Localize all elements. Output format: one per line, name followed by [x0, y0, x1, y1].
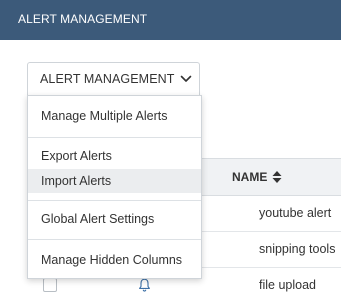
menu-divider: [28, 200, 201, 201]
menu-item-manage-multiple-alerts[interactable]: Manage Multiple Alerts: [28, 104, 201, 128]
row-name: snipping tools: [259, 242, 336, 256]
row-name: youtube alert: [259, 206, 332, 220]
menu-item-global-alert-settings[interactable]: Global Alert Settings: [28, 207, 201, 231]
sort-icon[interactable]: [272, 171, 282, 183]
dropdown-button-label: ALERT MANAGEMENT: [40, 72, 175, 86]
top-bar: ALERT MANAGEMENT: [0, 0, 341, 40]
row-checkbox[interactable]: [43, 278, 57, 292]
chevron-down-icon: [180, 75, 191, 82]
alert-management-dropdown-button[interactable]: ALERT MANAGEMENT: [27, 62, 200, 95]
alert-management-dropdown-menu: Manage Multiple Alerts Export Alerts Imp…: [27, 95, 202, 279]
menu-item-import-alerts[interactable]: Import Alerts: [28, 169, 201, 193]
menu-item-export-alerts[interactable]: Export Alerts: [28, 144, 201, 168]
menu-divider: [28, 137, 201, 138]
column-header-name[interactable]: NAME: [232, 170, 282, 184]
bell-icon: [139, 278, 150, 292]
column-header-name-label: NAME: [232, 170, 268, 184]
row-name: file upload: [259, 278, 316, 292]
page-title: ALERT MANAGEMENT: [18, 12, 148, 26]
menu-item-manage-hidden-columns[interactable]: Manage Hidden Columns: [28, 248, 201, 272]
menu-divider: [28, 239, 201, 240]
